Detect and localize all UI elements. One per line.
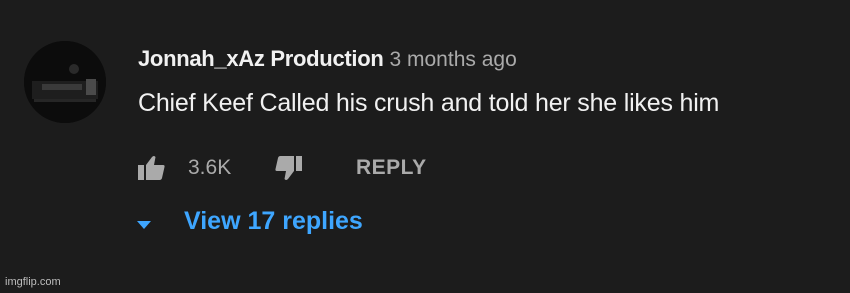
comment-text: Chief Keef Called his crush and told her… <box>138 89 720 117</box>
avatar[interactable] <box>24 41 106 123</box>
comment-header: Jonnah_xAz Production 3 months ago <box>138 46 517 72</box>
like-count: 3.6K <box>188 156 232 179</box>
chevron-down-icon <box>137 217 151 235</box>
watermark: imgflip.com <box>5 276 61 288</box>
reply-button[interactable]: REPLY <box>356 156 427 180</box>
author-name[interactable]: Jonnah_xAz Production <box>138 46 384 71</box>
avatar-image <box>24 41 106 123</box>
comment-thread: Jonnah_xAz Production 3 months ago Chief … <box>0 0 850 293</box>
thumbs-down-icon[interactable] <box>274 154 304 187</box>
view-replies-label: View 17 replies <box>184 207 363 235</box>
thumbs-up-icon[interactable] <box>136 154 166 187</box>
comment-timestamp[interactable]: 3 months ago <box>390 48 517 71</box>
